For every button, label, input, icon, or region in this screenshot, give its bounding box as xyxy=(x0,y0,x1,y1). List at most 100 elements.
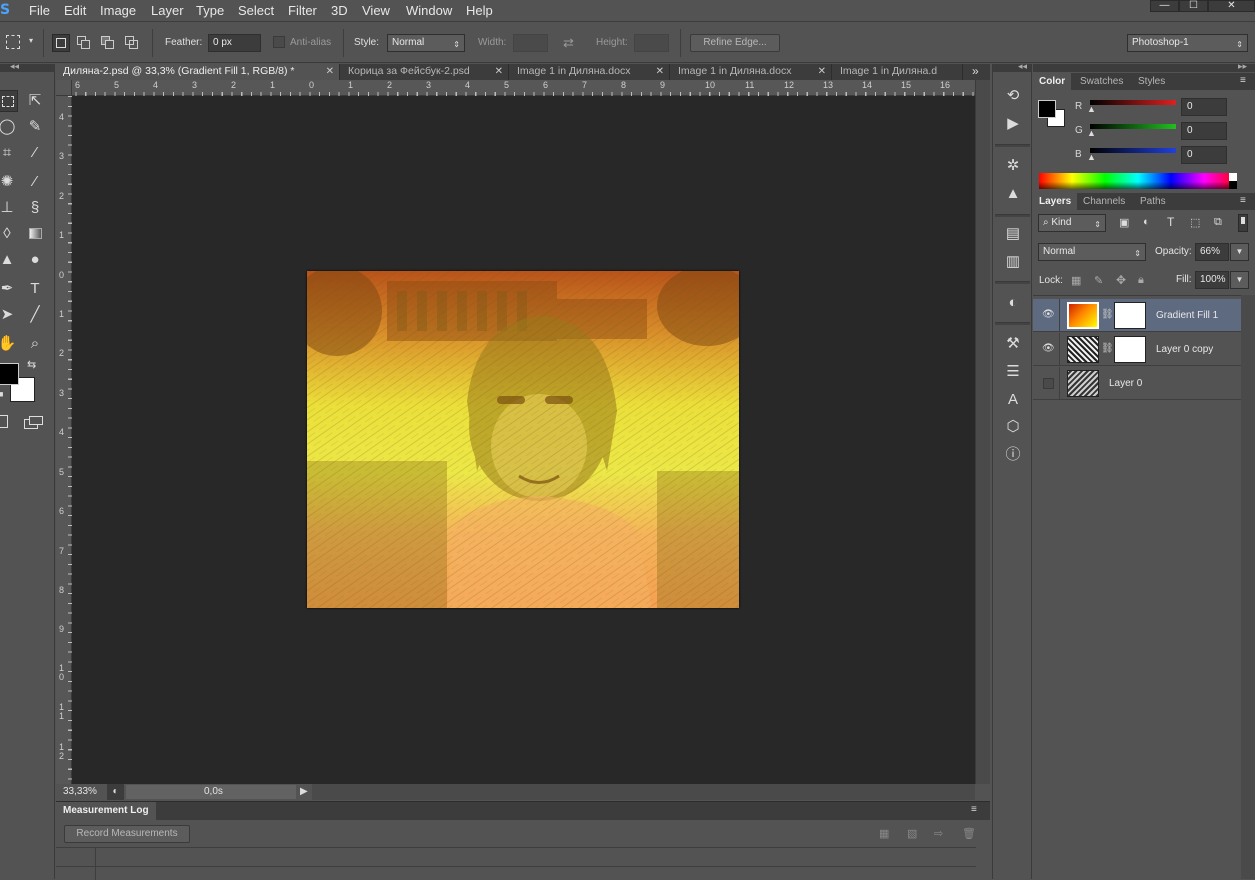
lock-position-icon[interactable]: ✥ xyxy=(1116,273,1126,287)
tab-document[interactable]: Image 1 in Диляна.d xyxy=(833,64,963,80)
history-brush-tool[interactable]: § xyxy=(24,197,46,219)
dodge-tool[interactable]: ● xyxy=(24,249,46,271)
status-menu-arrow-icon[interactable]: ▶ xyxy=(300,786,308,797)
tool-presets-icon[interactable]: ⚒ xyxy=(1003,334,1023,354)
tab-document[interactable]: Корица за Фейсбук-2.psd ✕ xyxy=(341,64,509,80)
lasso-tool[interactable]: ◯ xyxy=(0,116,18,138)
menu-layer[interactable]: Layer xyxy=(151,3,184,18)
hand-tool[interactable]: ✋ xyxy=(0,333,18,355)
history-icon[interactable]: ⟲ xyxy=(1003,86,1023,106)
menu-select[interactable]: Select xyxy=(238,3,274,18)
ruler-origin[interactable] xyxy=(56,80,72,96)
document-canvas[interactable] xyxy=(72,96,975,784)
chevron-down-icon[interactable]: ▼ xyxy=(1230,271,1249,289)
add-to-selection-icon[interactable] xyxy=(77,36,91,50)
path-selection-tool[interactable]: ➤ xyxy=(0,304,18,326)
close-icon[interactable]: ✕ xyxy=(326,64,334,79)
measurement-log-title[interactable]: Measurement Log xyxy=(56,802,156,820)
brush-icon[interactable]: ▲ xyxy=(1003,184,1023,204)
menu-file[interactable]: File xyxy=(29,3,50,18)
chevron-down-icon[interactable]: ▾ xyxy=(29,36,33,45)
quick-selection-tool[interactable]: ✎ xyxy=(24,116,46,138)
quick-mask-icon[interactable] xyxy=(0,415,8,428)
new-selection-icon[interactable] xyxy=(52,34,70,52)
panel-menu-icon[interactable]: ≡ xyxy=(1240,75,1246,86)
menu-type[interactable]: Type xyxy=(196,3,224,18)
select-all-measurements-icon[interactable]: ▦ xyxy=(879,827,889,840)
white-swatch[interactable] xyxy=(1229,173,1237,181)
menu-filter[interactable]: Filter xyxy=(288,3,317,18)
menu-help[interactable]: Help xyxy=(466,3,493,18)
zoom-tool[interactable]: ⌕ xyxy=(24,333,46,355)
tab-swatches[interactable]: Swatches xyxy=(1074,73,1129,90)
visibility-toggle[interactable] xyxy=(1043,378,1054,389)
swap-colors-icon[interactable]: ⇆ xyxy=(27,358,36,371)
tab-color[interactable]: Color xyxy=(1033,73,1072,90)
tab-document[interactable]: Image 1 in Диляна.docx ✕ xyxy=(510,64,670,80)
panel-menu-icon[interactable]: ≡ xyxy=(971,804,977,815)
swap-dimensions-icon[interactable]: ⇄ xyxy=(563,35,574,51)
shape-layer-filter-icon[interactable]: ⬚ xyxy=(1190,216,1200,229)
brush-tool[interactable]: ⁄ xyxy=(24,171,46,193)
green-slider[interactable] xyxy=(1090,124,1176,129)
black-swatch[interactable] xyxy=(1229,181,1237,189)
trash-icon[interactable]: 🗑 xyxy=(962,827,976,840)
adjustment-layer-filter-icon[interactable]: ◐ xyxy=(1143,216,1150,228)
layers-scrollbar[interactable] xyxy=(1241,295,1255,879)
move-tool[interactable]: ⇱ xyxy=(24,90,46,112)
document-info-icon[interactable]: ◐ xyxy=(107,784,124,800)
link-icon[interactable]: ⛓ xyxy=(1101,309,1114,320)
filter-toggle[interactable] xyxy=(1238,214,1248,232)
intersect-selection-icon[interactable] xyxy=(125,36,139,50)
eyedropper-tool[interactable]: ⁄ xyxy=(24,142,46,164)
layer-name[interactable]: Layer 0 xyxy=(1109,378,1142,389)
feather-input[interactable]: 0 px xyxy=(208,34,261,52)
crop-tool[interactable]: ⌗ xyxy=(0,142,18,164)
rectangular-marquee-tool[interactable] xyxy=(0,90,18,112)
smart-object-filter-icon[interactable]: ⧉ xyxy=(1214,216,1222,229)
pixel-layer-filter-icon[interactable]: ▣ xyxy=(1119,216,1129,229)
glyphs-icon[interactable]: A xyxy=(1003,390,1023,410)
default-colors-icon[interactable]: ■ xyxy=(0,389,3,399)
menu-3d[interactable]: 3D xyxy=(331,3,348,18)
lock-all-icon[interactable]: 🔒︎ xyxy=(1138,274,1144,287)
3d-panel-icon[interactable]: ⬡ xyxy=(1003,417,1023,437)
zoom-level[interactable]: 33,33% xyxy=(63,786,97,797)
layer-filter-select[interactable]: ⌕ Kind ⇕ xyxy=(1038,214,1106,232)
layer-row[interactable]: 👁︎ ⛓ Gradient Fill 1 xyxy=(1033,299,1241,332)
menu-view[interactable]: View xyxy=(362,3,390,18)
minimize-button[interactable]: — xyxy=(1150,0,1179,12)
workspace-switcher[interactable]: Photoshop-1 ⇕ xyxy=(1127,34,1248,52)
layer-row[interactable]: 👁︎ ⛓ Layer 0 copy xyxy=(1033,333,1241,366)
lock-transparency-icon[interactable]: ▦ xyxy=(1071,274,1081,287)
blue-slider[interactable] xyxy=(1090,148,1176,153)
screen-mode-icon[interactable] xyxy=(24,416,44,429)
gradient-fill-thumbnail[interactable] xyxy=(1067,302,1099,329)
export-measurements-icon[interactable]: ⇨ xyxy=(934,827,943,840)
document-image[interactable] xyxy=(307,271,739,608)
tab-paths[interactable]: Paths xyxy=(1134,193,1172,210)
foreground-color-swatch[interactable] xyxy=(0,363,19,385)
tab-channels[interactable]: Channels xyxy=(1077,193,1131,210)
red-value-input[interactable]: 0 xyxy=(1181,98,1227,116)
horizontal-scrollbar[interactable] xyxy=(312,784,975,800)
menu-window[interactable]: Window xyxy=(406,3,452,18)
line-tool[interactable]: ╱ xyxy=(24,304,46,326)
layer-mask-thumbnail[interactable] xyxy=(1114,336,1146,363)
anti-alias-checkbox[interactable] xyxy=(273,36,285,48)
info-icon[interactable]: ⓘ xyxy=(1003,445,1023,465)
properties-icon[interactable]: ☰ xyxy=(1003,362,1023,382)
character-panel-icon[interactable]: ▤ xyxy=(1003,224,1023,244)
style-select[interactable]: Normal ⇕ xyxy=(387,34,465,52)
height-input[interactable] xyxy=(634,34,669,52)
record-measurements-button[interactable]: Record Measurements xyxy=(64,825,190,843)
refine-edge-button[interactable]: Refine Edge... xyxy=(690,34,780,52)
green-value-input[interactable]: 0 xyxy=(1181,122,1227,140)
deselect-measurements-icon[interactable]: ▧ xyxy=(907,827,917,840)
layer-thumbnail[interactable] xyxy=(1067,370,1099,397)
chevron-down-icon[interactable]: ▼ xyxy=(1230,243,1249,261)
blend-mode-select[interactable]: Normal ⇕ xyxy=(1038,243,1146,261)
close-icon[interactable]: ✕ xyxy=(656,64,664,79)
marquee-tool-preset-icon[interactable] xyxy=(6,35,20,49)
link-icon[interactable]: ⛓ xyxy=(1101,343,1114,354)
